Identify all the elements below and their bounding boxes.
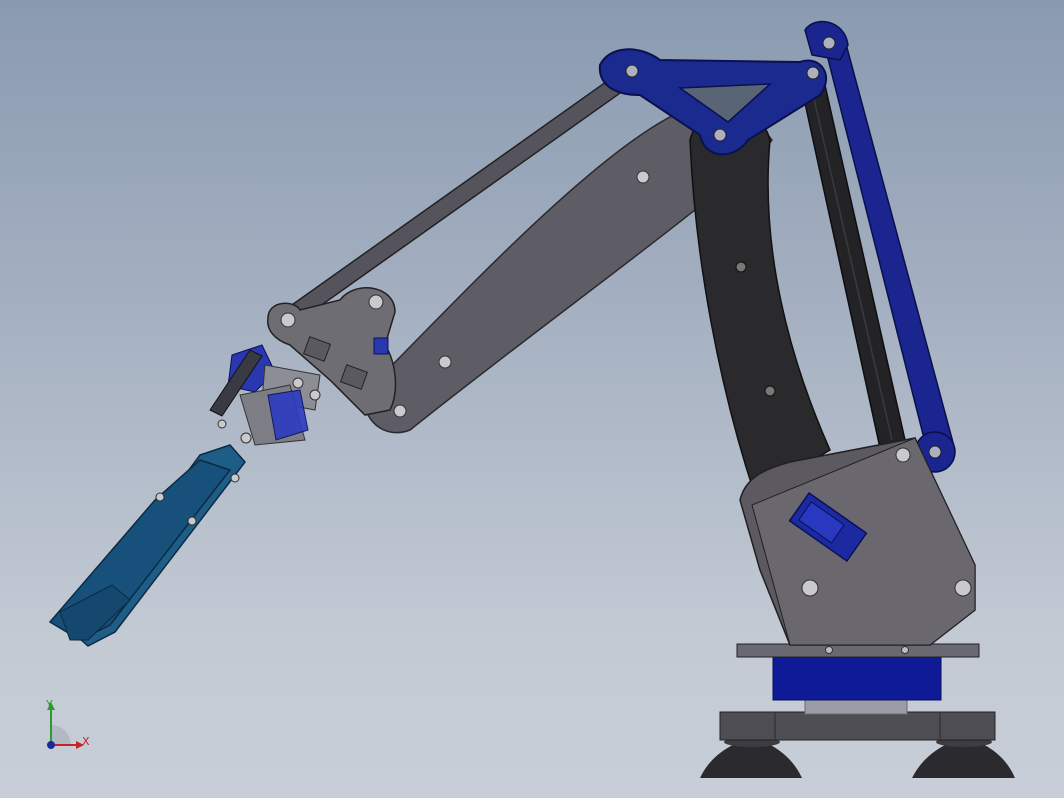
robot-arm-model[interactable] [0,0,1064,798]
axis-triad-icon [47,702,84,749]
axis-x-label: X [82,735,90,748]
gripper [48,444,246,647]
base-assembly [700,643,1015,778]
base-lower-plate [719,711,996,741]
base-rotary-blue [772,655,942,701]
blue-triangle-link [598,20,849,156]
lower-arm [689,109,831,497]
cad-viewport[interactable]: Y X [0,0,1064,798]
axis-y-label: Y [46,698,53,711]
base-upper-plate [736,643,980,658]
wrist-joint [209,344,321,446]
axis-triad: Y X [30,690,110,770]
